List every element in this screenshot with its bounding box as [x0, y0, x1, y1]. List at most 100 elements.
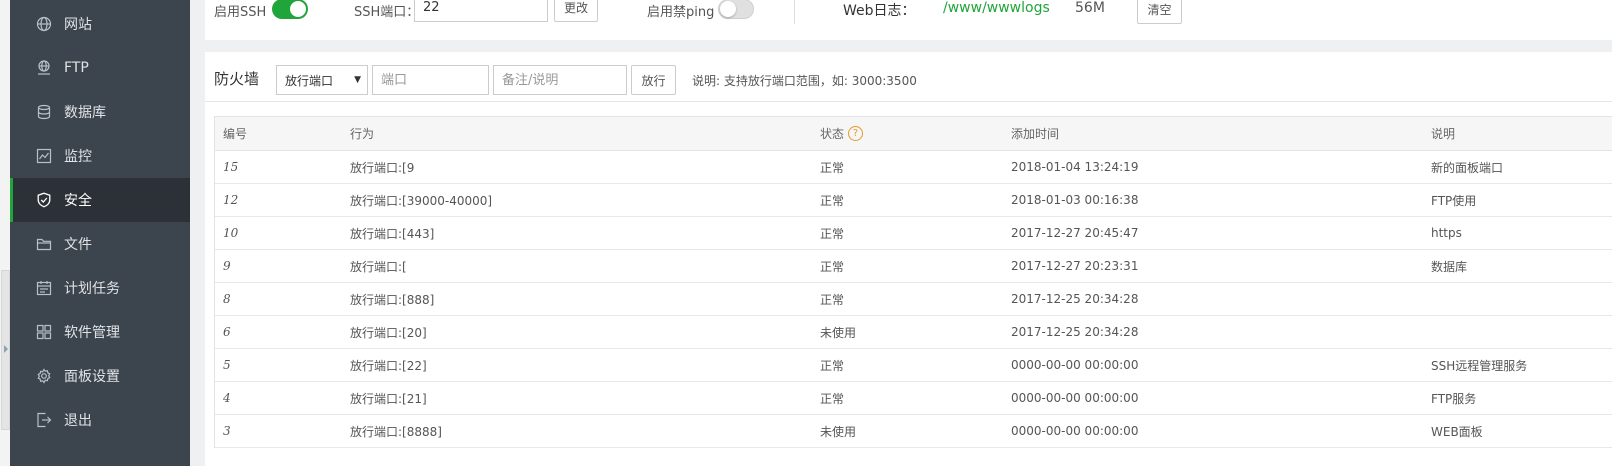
- column-header-id: 编号: [223, 127, 248, 141]
- change-port-button[interactable]: 更改: [554, 0, 598, 22]
- expand-arrow-icon: [4, 345, 8, 353]
- rule-type-value: 放行端口: [285, 73, 334, 88]
- sidebar-item-files[interactable]: 文件: [10, 222, 190, 266]
- rule-time: 2018-01-04 13:24:19: [1011, 160, 1139, 174]
- folder-icon: [36, 236, 52, 252]
- rule-action: 放行端口:[8888]: [350, 424, 442, 439]
- rule-action: 放行端口:[22]: [350, 358, 427, 373]
- rule-note: 新的面板端口: [1431, 160, 1504, 175]
- database-icon: [36, 104, 52, 120]
- table-row[interactable]: 9 放行端口:[ 正常 2017-12-27 20:23:31 数据库: [215, 250, 1612, 283]
- rule-id: 8: [223, 292, 231, 306]
- ssh-enable-label: 启用SSH: [214, 5, 267, 20]
- rule-action: 放行端口:[21]: [350, 391, 427, 406]
- rule-status: 未使用: [820, 424, 857, 439]
- sidebar-item-security[interactable]: 安全: [10, 178, 190, 222]
- note-input[interactable]: [493, 65, 627, 95]
- rule-note: SSH远程管理服务: [1431, 358, 1528, 373]
- sidebar-item-label: 计划任务: [64, 281, 120, 297]
- column-header-action: 行为: [350, 127, 375, 141]
- ssh-settings-panel: 启用SSH SSH端口： 更改 启用禁ping Web日志： /www/wwwl…: [205, 0, 1612, 40]
- rule-time: 2017-12-27 20:23:31: [1011, 259, 1139, 273]
- rule-id: 4: [223, 391, 231, 405]
- divider: [794, 0, 795, 24]
- column-header-status: 状态?: [820, 117, 864, 150]
- globe-icon: [36, 16, 52, 32]
- ftp-icon: [36, 60, 52, 76]
- rule-time: 0000-00-00 00:00:00: [1011, 424, 1139, 438]
- rule-time: 2017-12-25 20:34:28: [1011, 292, 1139, 306]
- disable-ping-label: 启用禁ping: [647, 5, 715, 20]
- table-row[interactable]: 3 放行端口:[8888] 未使用 0000-00-00 00:00:00 WE…: [215, 415, 1612, 448]
- ssh-toggle[interactable]: [272, 0, 308, 19]
- gear-icon: [36, 368, 52, 384]
- rule-time: 0000-00-00 00:00:00: [1011, 391, 1139, 405]
- sidebar-item-cron[interactable]: 计划任务: [10, 266, 190, 310]
- sidebar-item-website[interactable]: 网站: [10, 2, 190, 46]
- sidebar-collapse-handle[interactable]: [1, 270, 10, 430]
- weblog-path[interactable]: /www/wwwlogs: [943, 0, 1050, 16]
- ping-toggle[interactable]: [718, 0, 754, 19]
- rule-status: 正常: [820, 259, 845, 274]
- rule-time: 2018-01-03 00:16:38: [1011, 193, 1139, 207]
- table-header: 编号 行为 状态? 添加时间 说明: [215, 117, 1612, 151]
- firewall-rules-table: 编号 行为 状态? 添加时间 说明 15 放行端口:[9 正常 2018-01-…: [214, 116, 1612, 448]
- column-header-note: 说明: [1431, 127, 1456, 141]
- ssh-port-label: SSH端口：: [354, 5, 420, 20]
- rule-action: 放行端口:[9: [350, 160, 415, 175]
- sidebar-item-label: 文件: [64, 237, 92, 253]
- rule-status: 正常: [820, 193, 845, 208]
- rule-note: WEB面板: [1431, 424, 1483, 439]
- sidebar-item-database[interactable]: 数据库: [10, 90, 190, 134]
- rule-id: 15: [223, 160, 239, 174]
- rule-time: 2017-12-27 20:45:47: [1011, 226, 1139, 240]
- rule-action: 放行端口:[443]: [350, 226, 435, 241]
- sidebar-item-label: 网站: [64, 17, 92, 33]
- sidebar-item-software[interactable]: 软件管理: [10, 310, 190, 354]
- firewall-title: 防火墙: [214, 70, 260, 88]
- rule-status: 正常: [820, 160, 845, 175]
- rule-type-select[interactable]: 放行端口 ▼: [276, 65, 368, 95]
- firewall-panel: 防火墙 放行端口 ▼ 放行 说明: 支持放行端口范围，如: 3000:3500 …: [205, 52, 1612, 466]
- sidebar-item-label: 监控: [64, 149, 92, 165]
- sidebar-item-settings[interactable]: 面板设置: [10, 354, 190, 398]
- sidebar: 网站 FTP 数据库 监控 安全 文件 计划任务 软件管理 面板设置 退出: [10, 0, 190, 466]
- help-question-icon[interactable]: ?: [848, 126, 864, 141]
- sidebar-item-label: 安全: [64, 193, 92, 209]
- column-header-time: 添加时间: [1011, 127, 1060, 141]
- rule-status: 正常: [820, 226, 845, 241]
- firewall-help-text: 说明: 支持放行端口范围，如: 3000:3500: [692, 74, 917, 88]
- rule-status: 正常: [820, 292, 845, 307]
- rule-action: 放行端口:[20]: [350, 325, 427, 340]
- logout-icon: [36, 412, 52, 428]
- rule-id: 5: [223, 358, 231, 372]
- table-row[interactable]: 8 放行端口:[888] 正常 2017-12-25 20:34:28: [215, 283, 1612, 316]
- sidebar-item-logout[interactable]: 退出: [10, 398, 190, 442]
- table-row[interactable]: 5 放行端口:[22] 正常 0000-00-00 00:00:00 SSH远程…: [215, 349, 1612, 382]
- port-input[interactable]: [372, 65, 489, 95]
- chevron-down-icon: ▼: [354, 75, 361, 85]
- ssh-port-input[interactable]: [414, 0, 548, 22]
- weblog-label: Web日志：: [843, 3, 916, 19]
- rule-note: FTP服务: [1431, 391, 1477, 406]
- sidebar-item-monitor[interactable]: 监控: [10, 134, 190, 178]
- rule-id: 6: [223, 325, 231, 339]
- rule-action: 放行端口:[888]: [350, 292, 435, 307]
- table-row[interactable]: 4 放行端口:[21] 正常 0000-00-00 00:00:00 FTP服务: [215, 382, 1612, 415]
- main-content: 启用SSH SSH端口： 更改 启用禁ping Web日志： /www/wwwl…: [190, 0, 1612, 466]
- rule-status: 正常: [820, 358, 845, 373]
- table-row[interactable]: 10 放行端口:[443] 正常 2017-12-27 20:45:47 htt…: [215, 217, 1612, 250]
- allow-port-button[interactable]: 放行: [631, 65, 676, 95]
- table-row[interactable]: 6 放行端口:[20] 未使用 2017-12-25 20:34:28: [215, 316, 1612, 349]
- apps-icon: [36, 324, 52, 340]
- sidebar-item-label: 面板设置: [64, 369, 120, 385]
- clear-logs-button[interactable]: 清空: [1137, 0, 1182, 24]
- table-row[interactable]: 12 放行端口:[39000-40000] 正常 2018-01-03 00:1…: [215, 184, 1612, 217]
- sidebar-item-ftp[interactable]: FTP: [10, 46, 190, 90]
- table-row[interactable]: 15 放行端口:[9 正常 2018-01-04 13:24:19 新的面板端口: [215, 151, 1612, 184]
- weblog-size: 56M: [1075, 0, 1105, 16]
- sidebar-item-label: 软件管理: [64, 325, 120, 341]
- calendar-icon: [36, 280, 52, 296]
- shield-icon: [36, 192, 52, 208]
- rule-time: 2017-12-25 20:34:28: [1011, 325, 1139, 339]
